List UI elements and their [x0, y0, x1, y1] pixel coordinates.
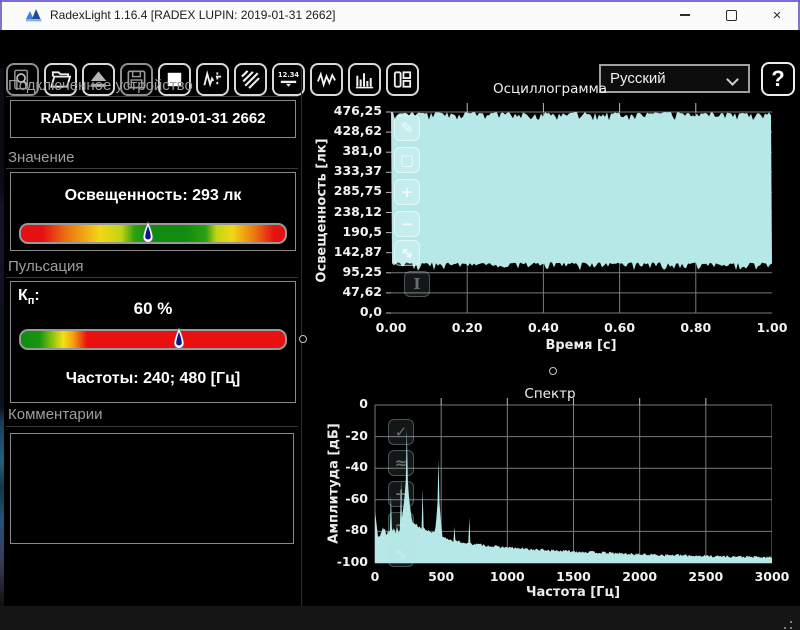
backlight-rays-button[interactable]: [234, 63, 267, 96]
oscillogram-xtick-label: 0.40: [527, 320, 559, 335]
spectrum-ytick-label: -60: [345, 490, 368, 506]
ibeam-icon: I: [413, 275, 421, 293]
oscillogram-plot: [386, 103, 772, 314]
oscillogram-xtick-label: 0.80: [680, 320, 712, 335]
numeric-display-icon: 12.34: [278, 71, 299, 87]
titlebar: RadexLight 1.16.4 [RADEX LUPIN: 2019-01-…: [0, 0, 800, 30]
oscillogram-x-axis-label: Время [с]: [545, 338, 617, 353]
close-button[interactable]: ×: [754, 0, 800, 30]
status-bar: [0, 606, 800, 630]
background-window-edge: [0, 68, 4, 606]
horizontal-splitter-handle[interactable]: [549, 367, 557, 375]
spectrum-xtick-label: 2000: [622, 569, 658, 584]
move-icon: ↔: [396, 242, 418, 264]
light-rays-icon: [241, 70, 260, 89]
oscillogram-xtick-label: 1.00: [756, 320, 788, 335]
spec-zoom-in-button[interactable]: +: [388, 481, 414, 507]
illuminance-marker: [142, 221, 153, 243]
spectrum-xtick-label: 500: [428, 569, 455, 584]
osc-pan-button[interactable]: ↔: [394, 240, 420, 266]
close-icon: ×: [772, 6, 782, 24]
waveform-cursor-icon: [203, 70, 222, 88]
move-icon: ↔: [390, 543, 412, 565]
device-section-header: Подключенное устройство: [8, 77, 193, 94]
oscillogram-ytick-label: 95,25: [342, 263, 382, 279]
plus-icon: +: [394, 485, 408, 503]
plus-icon: +: [400, 183, 414, 201]
oscillogram-ytick-label: 381,0: [342, 143, 382, 159]
spectrum-xtick-label: 1500: [556, 569, 591, 584]
check-icon: ✓: [394, 423, 408, 441]
app-icon: [26, 9, 42, 22]
frame-icon: ▢: [399, 151, 415, 169]
value-box: Освещенность: 293 лк: [10, 172, 296, 251]
pulsation-value: 60 %: [133, 299, 173, 318]
pencil-icon: ✎: [400, 119, 414, 137]
minimize-button[interactable]: [662, 0, 708, 30]
oscillogram-ytick-label: 333,37: [333, 163, 382, 179]
oscillogram-ytick-label: 285,75: [333, 183, 382, 199]
spectrum-ytick-label: 0: [359, 396, 368, 411]
toolbar: 12.34 Русский ?: [0, 30, 800, 96]
spectrum-ytick-label: -20: [345, 427, 368, 443]
pulsation-scale: [19, 327, 287, 350]
minimize-icon: [680, 14, 690, 16]
oscillogram-ytick-label: 47,62: [342, 283, 382, 299]
record-measure-button[interactable]: [196, 63, 229, 96]
divider: [6, 277, 298, 278]
spectrum-xtick-label: 3000: [754, 569, 790, 584]
spectrum-plot: [374, 398, 772, 564]
window-accent-border: [0, 0, 800, 2]
oscillogram-xtick-label: 0.00: [375, 320, 407, 335]
oscillogram-xtick-label: 0.20: [451, 320, 483, 335]
maximize-button[interactable]: [708, 0, 754, 30]
resize-grip[interactable]: [778, 621, 780, 623]
device-name: RADEX LUPIN: 2019-01-31 2662: [40, 110, 266, 127]
oscillogram-ytick-label: 190,5: [342, 223, 382, 239]
minus-icon: −: [394, 516, 408, 534]
spectrum-x-axis-label: Частота [Гц]: [525, 585, 621, 600]
spec-wave-button[interactable]: ≈: [388, 450, 414, 476]
divider: [6, 96, 298, 97]
osc-frame-button[interactable]: ▢: [394, 147, 420, 173]
spectrum-xtick-label: 2500: [688, 569, 724, 584]
illuminance-reading: Освещенность: 293 лк: [64, 187, 242, 204]
spectrum-xtick-label: 0: [370, 569, 380, 584]
spec-zoom-out-button[interactable]: −: [388, 512, 414, 538]
maximize-icon: [725, 9, 737, 21]
wave-icon: ≈: [394, 454, 408, 472]
divider: [6, 168, 298, 169]
osc-zoom-out-button[interactable]: −: [394, 211, 420, 237]
illuminance-scale: [19, 221, 287, 244]
svg-text:12.34: 12.34: [278, 71, 299, 79]
spectrum-ytick-label: -40: [345, 459, 368, 475]
osc-annotate-button[interactable]: ✎: [394, 115, 420, 141]
pulsation-marker: [174, 327, 185, 349]
pulsation-box: Кп: 60 % Частоты: 240; 480 [Гц]: [10, 281, 296, 403]
value-section-header: Значение: [8, 149, 75, 166]
oscillogram-ytick-label: 238,12: [333, 203, 382, 219]
device-name-box: RADEX LUPIN: 2019-01-31 2662: [10, 100, 296, 138]
spec-check-button[interactable]: ✓: [388, 419, 414, 445]
window-title: RadexLight 1.16.4 [RADEX LUPIN: 2019-01-…: [50, 8, 336, 22]
oscillogram-ytick-label: 142,87: [333, 243, 382, 259]
divider: [6, 426, 298, 427]
spectrum-ytick-label: -80: [345, 522, 368, 538]
minus-icon: −: [400, 215, 414, 233]
vertical-splitter-handle[interactable]: [299, 335, 307, 343]
oscillogram-ytick-label: 428,62: [333, 123, 382, 139]
comments-section-header: Комментарии: [8, 406, 103, 423]
oscillogram-xtick-label: 0.60: [604, 320, 636, 335]
pulsation-section-header: Пульсация: [8, 258, 84, 275]
oscillogram-ytick-label: 476,25: [333, 103, 382, 118]
comments-textarea[interactable]: [10, 433, 294, 544]
pulsation-frequencies: Частоты: 240; 480 [Гц]: [65, 370, 241, 387]
radexlight-window: RadexLight 1.16.4 [RADEX LUPIN: 2019-01-…: [0, 0, 800, 630]
osc-cursor-button[interactable]: I: [404, 271, 430, 297]
spec-pan-button[interactable]: ↔: [388, 541, 414, 567]
spectrum-xtick-label: 1000: [489, 569, 525, 584]
osc-zoom-in-button[interactable]: +: [394, 179, 420, 205]
